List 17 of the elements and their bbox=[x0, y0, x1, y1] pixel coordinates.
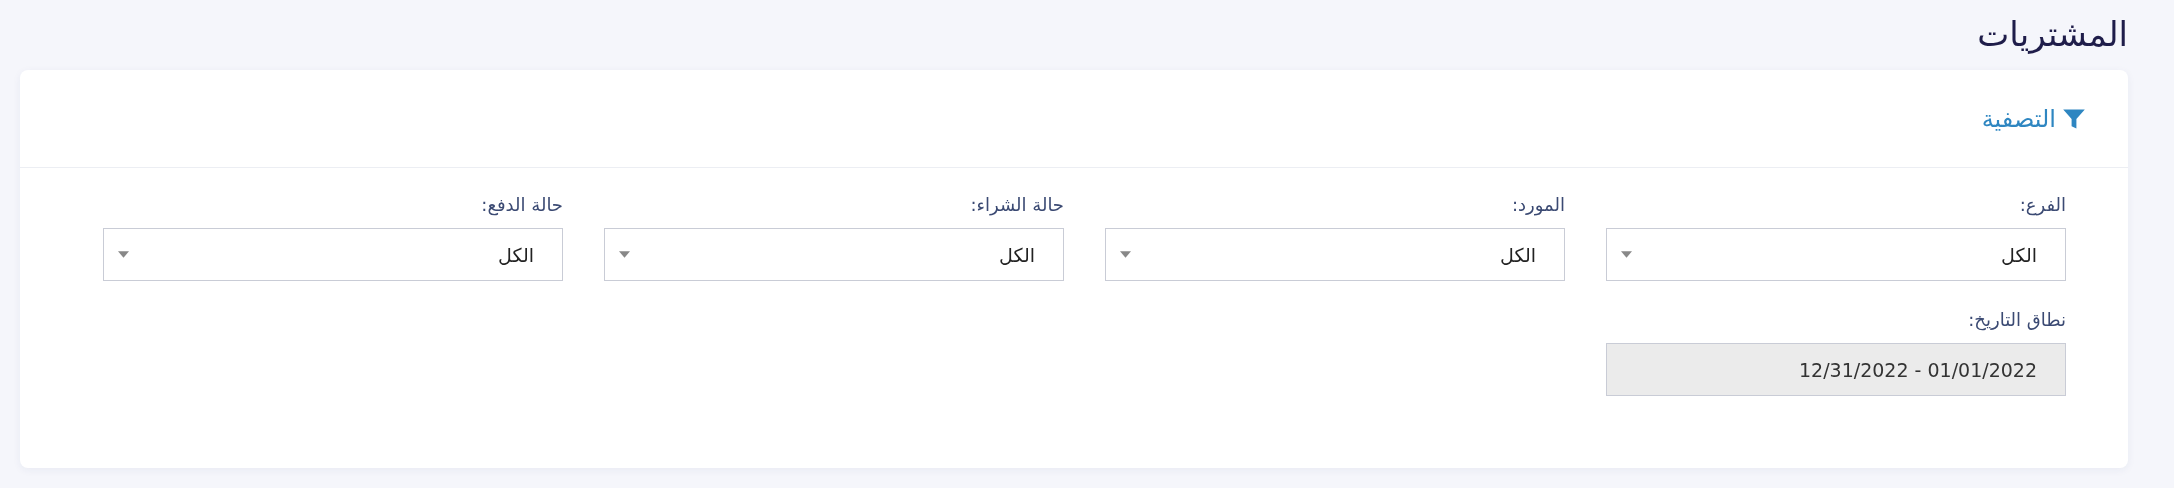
caret-icon bbox=[1120, 251, 1131, 258]
dropdown[interactable]: الكل bbox=[103, 228, 563, 281]
caret-icon bbox=[118, 251, 129, 258]
date-range-field[interactable]: 12/31/2022 - 01/01/2022 bbox=[1606, 343, 2066, 396]
field-label: حالة الدفع: bbox=[480, 193, 563, 218]
filter-heading: التصفية bbox=[1981, 104, 2056, 133]
field-label: الفرع: bbox=[2018, 193, 2066, 218]
caret-icon bbox=[1621, 251, 1632, 258]
field-label: حالة الشراء: bbox=[969, 193, 1064, 218]
caret-icon bbox=[619, 251, 630, 258]
dropdown[interactable]: الكل bbox=[604, 228, 1064, 281]
funnel-icon bbox=[2062, 106, 2086, 131]
field-label: المورد: bbox=[1511, 193, 1565, 218]
field-label: نطاق التاريخ: bbox=[1967, 308, 2066, 333]
page-title: المشتريات bbox=[1976, 13, 2128, 56]
dropdown[interactable]: الكل bbox=[1105, 228, 1565, 281]
dropdown[interactable]: الكل bbox=[1606, 228, 2066, 281]
